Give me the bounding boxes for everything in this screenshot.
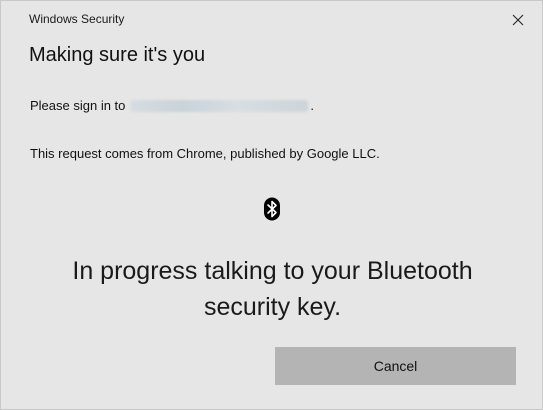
signin-prefix: Please sign in to	[30, 98, 126, 113]
signin-suffix: .	[310, 98, 315, 113]
cancel-button[interactable]: Cancel	[275, 347, 516, 385]
dialog-heading: Making sure it's you	[29, 44, 206, 66]
request-origin-text: This request comes from Chrome, publishe…	[30, 146, 380, 161]
progress-status-line2: security key.	[203, 293, 342, 321]
windows-security-dialog: Windows Security Making sure it's you Pl…	[0, 0, 543, 410]
close-icon	[512, 14, 524, 26]
progress-status-line1: In progress talking to your Bluetooth	[72, 257, 473, 285]
redacted-site-name	[130, 99, 309, 112]
bluetooth-icon	[264, 197, 280, 221]
signin-message: Please sign in to .	[30, 98, 314, 113]
progress-status: In progress talking to your Bluetooth se…	[1, 253, 543, 325]
window-title: Windows Security	[29, 12, 125, 26]
close-button[interactable]	[506, 8, 530, 32]
